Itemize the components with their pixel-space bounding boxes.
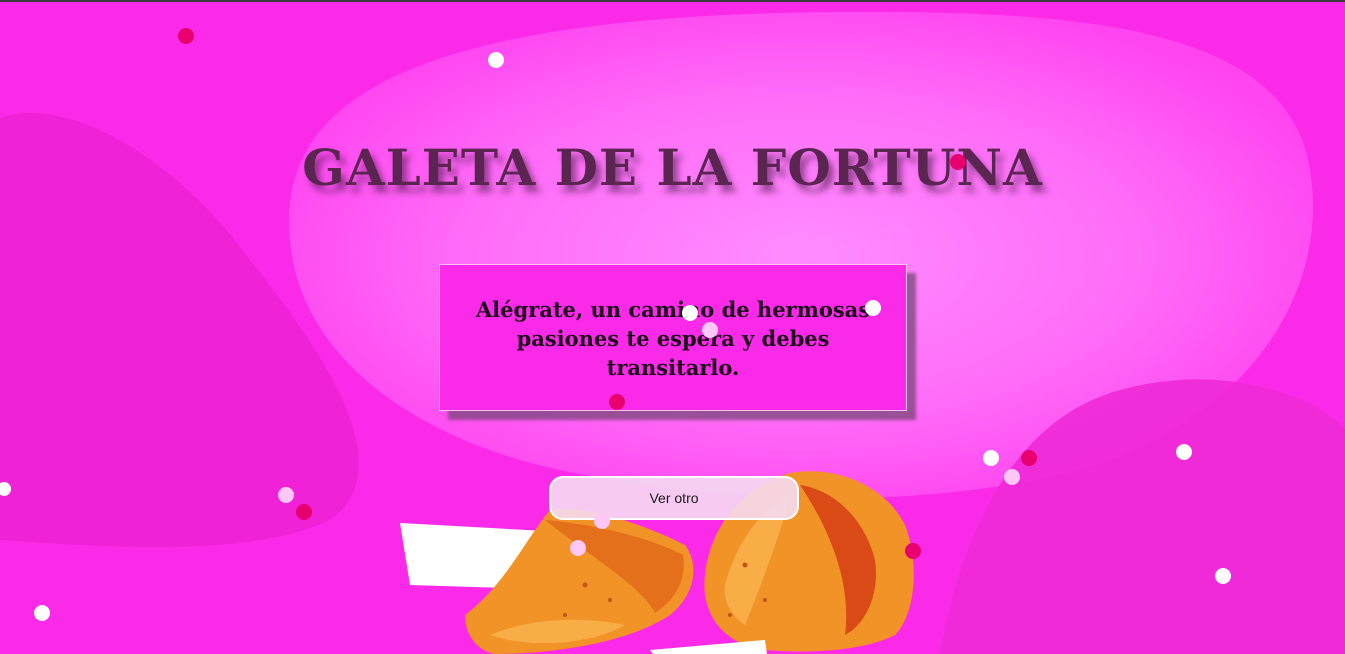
page-title: GALETA DE LA FORTUNA — [302, 138, 1043, 197]
fortune-card: Alégrate, un camino de hermosas pasiones… — [439, 264, 907, 411]
fortune-message: Alégrate, un camino de hermosas pasiones… — [475, 297, 871, 380]
window-top-border — [0, 0, 1345, 2]
ver-otro-button[interactable]: Ver otro — [549, 476, 799, 520]
